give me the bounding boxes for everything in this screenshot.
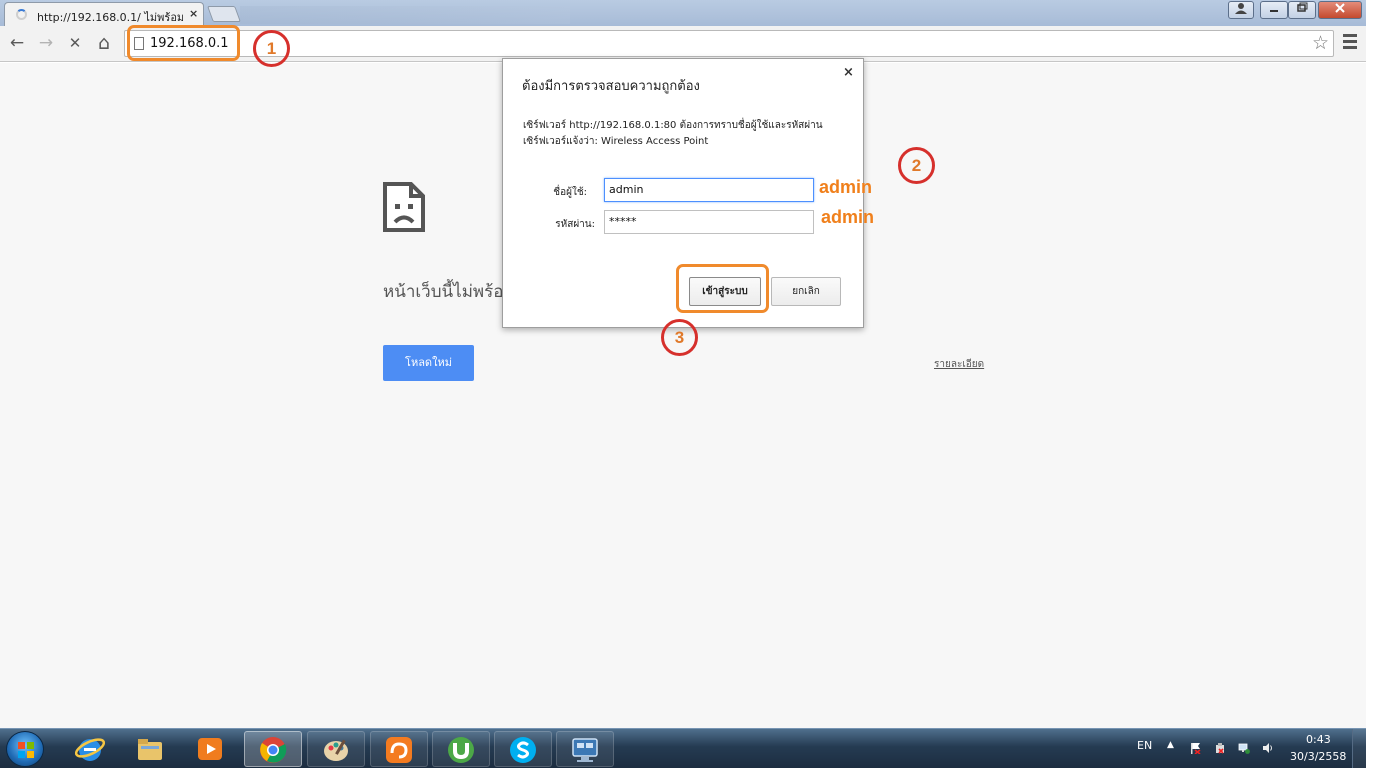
tab-close-icon[interactable]: × — [189, 7, 198, 20]
screen-edge — [1366, 0, 1392, 768]
cancel-button[interactable]: ยกเลิก — [771, 277, 841, 306]
background-window-ghost — [240, 6, 570, 24]
media-player-icon[interactable] — [182, 731, 240, 767]
password-field[interactable]: ***** — [604, 210, 814, 234]
step-3-marker: 3 — [661, 319, 698, 356]
username-field[interactable]: admin — [604, 178, 814, 202]
forward-icon[interactable]: → — [35, 32, 57, 54]
profile-icon[interactable] — [1228, 1, 1254, 19]
close-icon[interactable] — [1318, 1, 1362, 19]
clock-date[interactable]: 30/3/2558 — [1290, 750, 1346, 763]
action-center-flag-icon[interactable] — [1189, 742, 1201, 754]
home-icon[interactable]: ⌂ — [93, 32, 115, 54]
volume-icon[interactable] — [1262, 742, 1274, 754]
restore-icon[interactable] — [1288, 1, 1316, 19]
stop-icon[interactable]: ✕ — [64, 32, 86, 54]
start-button[interactable] — [6, 731, 44, 767]
dialog-title: ต้องมีการตรวจสอบความถูกต้อง — [522, 79, 700, 94]
url-highlight-box — [127, 25, 240, 61]
step-2-marker: 2 — [898, 147, 935, 184]
bookmark-star-icon[interactable]: ☆ — [1312, 32, 1329, 54]
password-label: รหัสผ่าน: — [555, 219, 595, 230]
file-explorer-icon[interactable] — [122, 731, 180, 767]
tab-title: http://192.168.0.1/ ไม่พร้อม — [37, 11, 183, 24]
login-highlight-box — [676, 264, 769, 313]
title-bar: http://192.168.0.1/ ไม่พร้อม × — [0, 0, 1366, 26]
skype-icon[interactable] — [494, 731, 552, 767]
sad-page-icon — [383, 182, 425, 232]
dialog-message-line2: เซิร์ฟเวอร์แจ้งว่า: Wireless Access Poin… — [523, 136, 709, 147]
menu-icon[interactable] — [1343, 34, 1357, 50]
language-indicator[interactable]: EN — [1137, 739, 1152, 752]
back-icon[interactable]: ← — [6, 32, 28, 54]
loading-spinner-icon — [16, 9, 27, 20]
error-title: หน้าเว็บนี้ไม่พร้อ — [383, 282, 503, 302]
minimize-icon[interactable] — [1260, 1, 1288, 19]
taskbar: EN ▲ 0:43 30/3/2558 — [0, 728, 1366, 768]
reload-button[interactable]: โหลดใหม่ — [383, 345, 474, 381]
dialog-close-icon[interactable]: × — [843, 65, 854, 80]
username-hint: admin — [819, 177, 873, 197]
paint-icon[interactable] — [307, 731, 365, 767]
clock-time[interactable]: 0:43 — [1306, 733, 1331, 746]
address-bar[interactable]: 192.168.0.1 ☆ — [124, 30, 1334, 57]
dialog-message: เซิร์ฟเวอร์ http://192.168.0.1:80 ต้องกา… — [523, 118, 823, 150]
tab-router[interactable]: http://192.168.0.1/ ไม่พร้อม × — [4, 2, 204, 26]
usb-device-icon[interactable] — [1214, 742, 1226, 754]
dialog-message-line1: เซิร์ฟเวอร์ http://192.168.0.1:80 ต้องกา… — [523, 120, 823, 131]
username-label: ชื่อผู้ใช้: — [553, 187, 587, 198]
chrome-icon[interactable] — [244, 731, 302, 767]
step-1-marker: 1 — [253, 30, 290, 67]
uc-browser-icon[interactable] — [370, 731, 428, 767]
password-hint: admin — [821, 207, 875, 227]
show-desktop-button[interactable] — [1352, 729, 1366, 768]
details-link[interactable]: รายละเอียด — [934, 357, 984, 372]
tray-expand-icon[interactable]: ▲ — [1167, 740, 1174, 750]
remote-desktop-icon[interactable] — [556, 731, 614, 767]
new-tab-button[interactable] — [207, 6, 241, 22]
internet-explorer-icon[interactable] — [62, 731, 120, 767]
utorrent-icon[interactable] — [432, 731, 490, 767]
network-icon[interactable] — [1238, 742, 1250, 754]
